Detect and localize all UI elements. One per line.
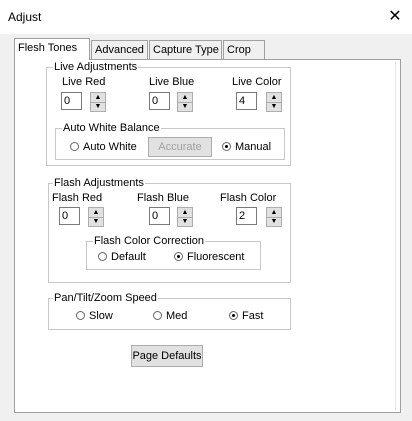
radio-unchecked-icon xyxy=(153,311,162,320)
spin-down-icon[interactable]: ▼ xyxy=(89,217,103,226)
title-bar: Adjust ✕ xyxy=(0,0,412,34)
spin-down-icon[interactable]: ▼ xyxy=(178,102,192,111)
live-color-label: Live Color xyxy=(232,76,282,88)
tab-capture-type[interactable]: Capture Type xyxy=(149,40,222,59)
flash-red-label: Flash Red xyxy=(52,192,103,204)
spin-down-icon[interactable]: ▼ xyxy=(91,102,105,111)
close-icon[interactable]: ✕ xyxy=(378,0,412,34)
flash-adjustments-label: Flash Adjustments xyxy=(53,177,145,189)
flash-blue-spinner[interactable]: ▲ ▼ xyxy=(177,207,193,227)
page-defaults-button[interactable]: Page Defaults xyxy=(131,345,203,367)
flash-blue-input[interactable]: 0 xyxy=(149,207,170,225)
accurate-button[interactable]: Accurate xyxy=(148,137,212,157)
live-color-input[interactable]: 4 xyxy=(236,92,257,110)
radio-checked-icon xyxy=(229,311,238,320)
flash-blue-label: Flash Blue xyxy=(137,192,189,204)
flash-red-spinner[interactable]: ▲ ▼ xyxy=(88,207,104,227)
med-radio[interactable]: Med xyxy=(153,310,187,322)
ptz-speed-label: Pan/Tilt/Zoom Speed xyxy=(53,292,158,304)
manual-label: Manual xyxy=(235,141,272,153)
live-blue-input[interactable]: 0 xyxy=(149,92,170,110)
default-radio[interactable]: Default xyxy=(98,251,146,263)
panel-edge xyxy=(395,62,396,410)
radio-checked-icon xyxy=(222,142,231,151)
radio-unchecked-icon xyxy=(98,252,107,261)
auto-white-radio[interactable]: Auto White xyxy=(70,141,137,153)
tab-crop[interactable]: Crop xyxy=(223,40,265,59)
fluorescent-label: Fluorescent xyxy=(187,251,245,263)
radio-unchecked-icon xyxy=(76,311,85,320)
fast-radio[interactable]: Fast xyxy=(229,310,263,322)
auto-white-balance-label: Auto White Balance xyxy=(62,122,161,134)
flash-color-correction-label: Flash Color Correction xyxy=(93,235,206,247)
fast-label: Fast xyxy=(242,310,264,322)
window-title: Adjust xyxy=(8,10,42,24)
live-color-spinner[interactable]: ▲ ▼ xyxy=(266,92,282,112)
flash-color-label: Flash Color xyxy=(220,192,277,204)
spin-down-icon[interactable]: ▼ xyxy=(267,102,281,111)
flash-color-input[interactable]: 2 xyxy=(236,207,257,225)
live-blue-spinner[interactable]: ▲ ▼ xyxy=(177,92,193,112)
default-label: Default xyxy=(111,251,146,263)
radio-unchecked-icon xyxy=(70,142,79,151)
slow-label: Slow xyxy=(89,310,113,322)
tab-advanced[interactable]: Advanced xyxy=(91,40,148,59)
live-blue-label: Live Blue xyxy=(149,76,195,88)
spin-down-icon[interactable]: ▼ xyxy=(178,217,192,226)
live-red-spinner[interactable]: ▲ ▼ xyxy=(90,92,106,112)
spin-down-icon[interactable]: ▼ xyxy=(267,217,281,226)
manual-radio[interactable]: Manual xyxy=(222,141,271,153)
radio-checked-icon xyxy=(174,252,183,261)
slow-radio[interactable]: Slow xyxy=(76,310,113,322)
live-adjustments-label: Live Adjustments xyxy=(53,61,139,73)
tab-flesh-tones[interactable]: Flesh Tones xyxy=(14,38,90,60)
flash-color-spinner[interactable]: ▲ ▼ xyxy=(266,207,282,227)
fluorescent-radio[interactable]: Fluorescent xyxy=(174,251,244,263)
med-label: Med xyxy=(166,310,188,322)
auto-white-label: Auto White xyxy=(83,141,137,153)
live-red-label: Live Red xyxy=(62,76,106,88)
live-red-input[interactable]: 0 xyxy=(61,92,82,110)
flash-red-input[interactable]: 0 xyxy=(59,207,80,225)
